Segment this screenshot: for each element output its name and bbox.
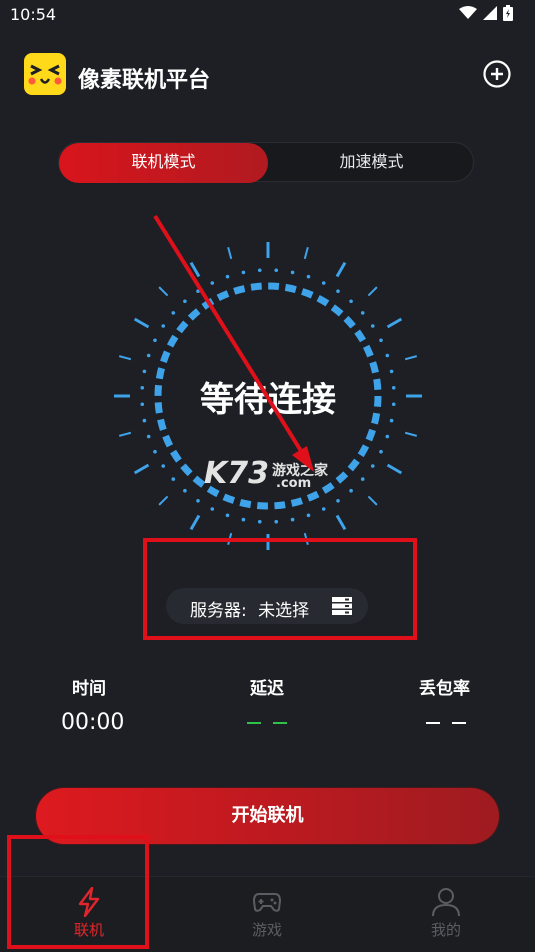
dial-tick	[158, 495, 169, 506]
dial-dot	[171, 311, 176, 315]
dial-dot	[336, 498, 340, 503]
dial-dot	[370, 324, 375, 328]
dial-tick	[386, 463, 403, 475]
dial-tick	[335, 514, 347, 531]
dial-dot	[183, 299, 187, 304]
battery-icon	[503, 5, 513, 21]
dial-tick	[404, 431, 418, 437]
dial-tick	[367, 286, 378, 297]
stat-latency-value	[247, 722, 291, 726]
mode-switch: 联机模式 加速模式	[58, 142, 475, 183]
dial-tick	[404, 355, 418, 361]
dial-tick	[227, 246, 233, 260]
dial-dot	[379, 449, 383, 454]
dial-dot	[161, 464, 166, 468]
tab-online-mode[interactable]: 联机模式	[59, 143, 268, 183]
add-button[interactable]	[483, 60, 511, 88]
dial-dot	[370, 464, 375, 468]
dial-dot	[171, 477, 176, 481]
dial-tick	[303, 246, 309, 260]
stat-latency-label: 延迟	[250, 679, 284, 699]
dial-dot	[349, 488, 353, 493]
dial-dot	[290, 270, 295, 275]
dial-tick	[189, 514, 201, 531]
gamepad-icon	[253, 893, 281, 912]
dial-dot	[196, 289, 200, 294]
annotation-box-nav	[7, 835, 149, 949]
dial-dot	[321, 281, 326, 285]
dial-dot	[146, 434, 151, 439]
dial-tick	[118, 431, 132, 437]
dial-dot	[257, 519, 262, 524]
wifi-icon	[459, 6, 477, 19]
stat-time-label: 时间	[72, 679, 106, 699]
dial-dot	[321, 507, 326, 511]
dial-dot	[196, 498, 200, 503]
dial-tick	[367, 495, 378, 506]
dial-tick	[133, 463, 150, 475]
tab-accelerate-mode[interactable]: 加速模式	[268, 143, 475, 183]
dial-dot	[161, 324, 166, 328]
dial-tick	[189, 261, 201, 278]
dial-dot	[257, 268, 262, 273]
status-icons	[459, 5, 513, 21]
dial-tick	[386, 317, 403, 329]
user-icon	[432, 888, 460, 917]
dial-tick	[335, 261, 347, 278]
app-logo	[24, 53, 66, 95]
dial-dot	[210, 281, 215, 285]
dial-dot	[153, 338, 157, 343]
dial-dot	[385, 353, 390, 358]
dial-dot	[360, 477, 365, 481]
nav-label-profile: 我的	[430, 921, 461, 939]
dial-dot	[241, 270, 246, 275]
dial-dot	[210, 507, 215, 511]
dial-dot	[360, 311, 365, 315]
stat-packet-loss-label: 丢包率	[419, 679, 470, 699]
watermark-domain: .com	[276, 476, 312, 491]
nav-item-profile[interactable]: 我的	[386, 877, 506, 952]
watermark-brand: K73	[204, 456, 269, 491]
stat-time-value: 00:00	[61, 710, 125, 735]
dial-dot	[385, 434, 390, 439]
dial-tick	[118, 355, 132, 361]
app-title: 像素联机平台	[78, 68, 211, 93]
dial-dot	[225, 513, 230, 518]
dial-tick	[133, 317, 150, 329]
dial-dot	[225, 274, 230, 279]
dial-tick	[158, 286, 169, 297]
dial-dot	[349, 299, 353, 304]
connection-status: 等待连接	[200, 380, 336, 420]
dial-dot	[153, 449, 157, 454]
stat-packet-loss-value	[426, 722, 470, 726]
dial-dot	[290, 517, 295, 522]
nav-label-games: 游戏	[251, 921, 282, 939]
dial-dot	[274, 519, 279, 524]
watermark: K73 游戏之家 .com	[204, 456, 344, 496]
nav-item-games[interactable]: 游戏	[207, 877, 327, 952]
dial-dot	[306, 274, 311, 279]
dial-dot	[274, 268, 279, 273]
dial-dot	[306, 513, 311, 518]
dial-dot	[379, 338, 383, 343]
plus-circle-icon	[483, 60, 511, 88]
dial-dot	[146, 353, 151, 358]
status-time: 10:54	[10, 5, 57, 24]
dial-dot	[336, 289, 340, 294]
dial-dot	[241, 517, 246, 522]
annotation-box-server	[143, 538, 417, 640]
signal-icon	[483, 6, 497, 20]
dial-dot	[183, 488, 187, 493]
